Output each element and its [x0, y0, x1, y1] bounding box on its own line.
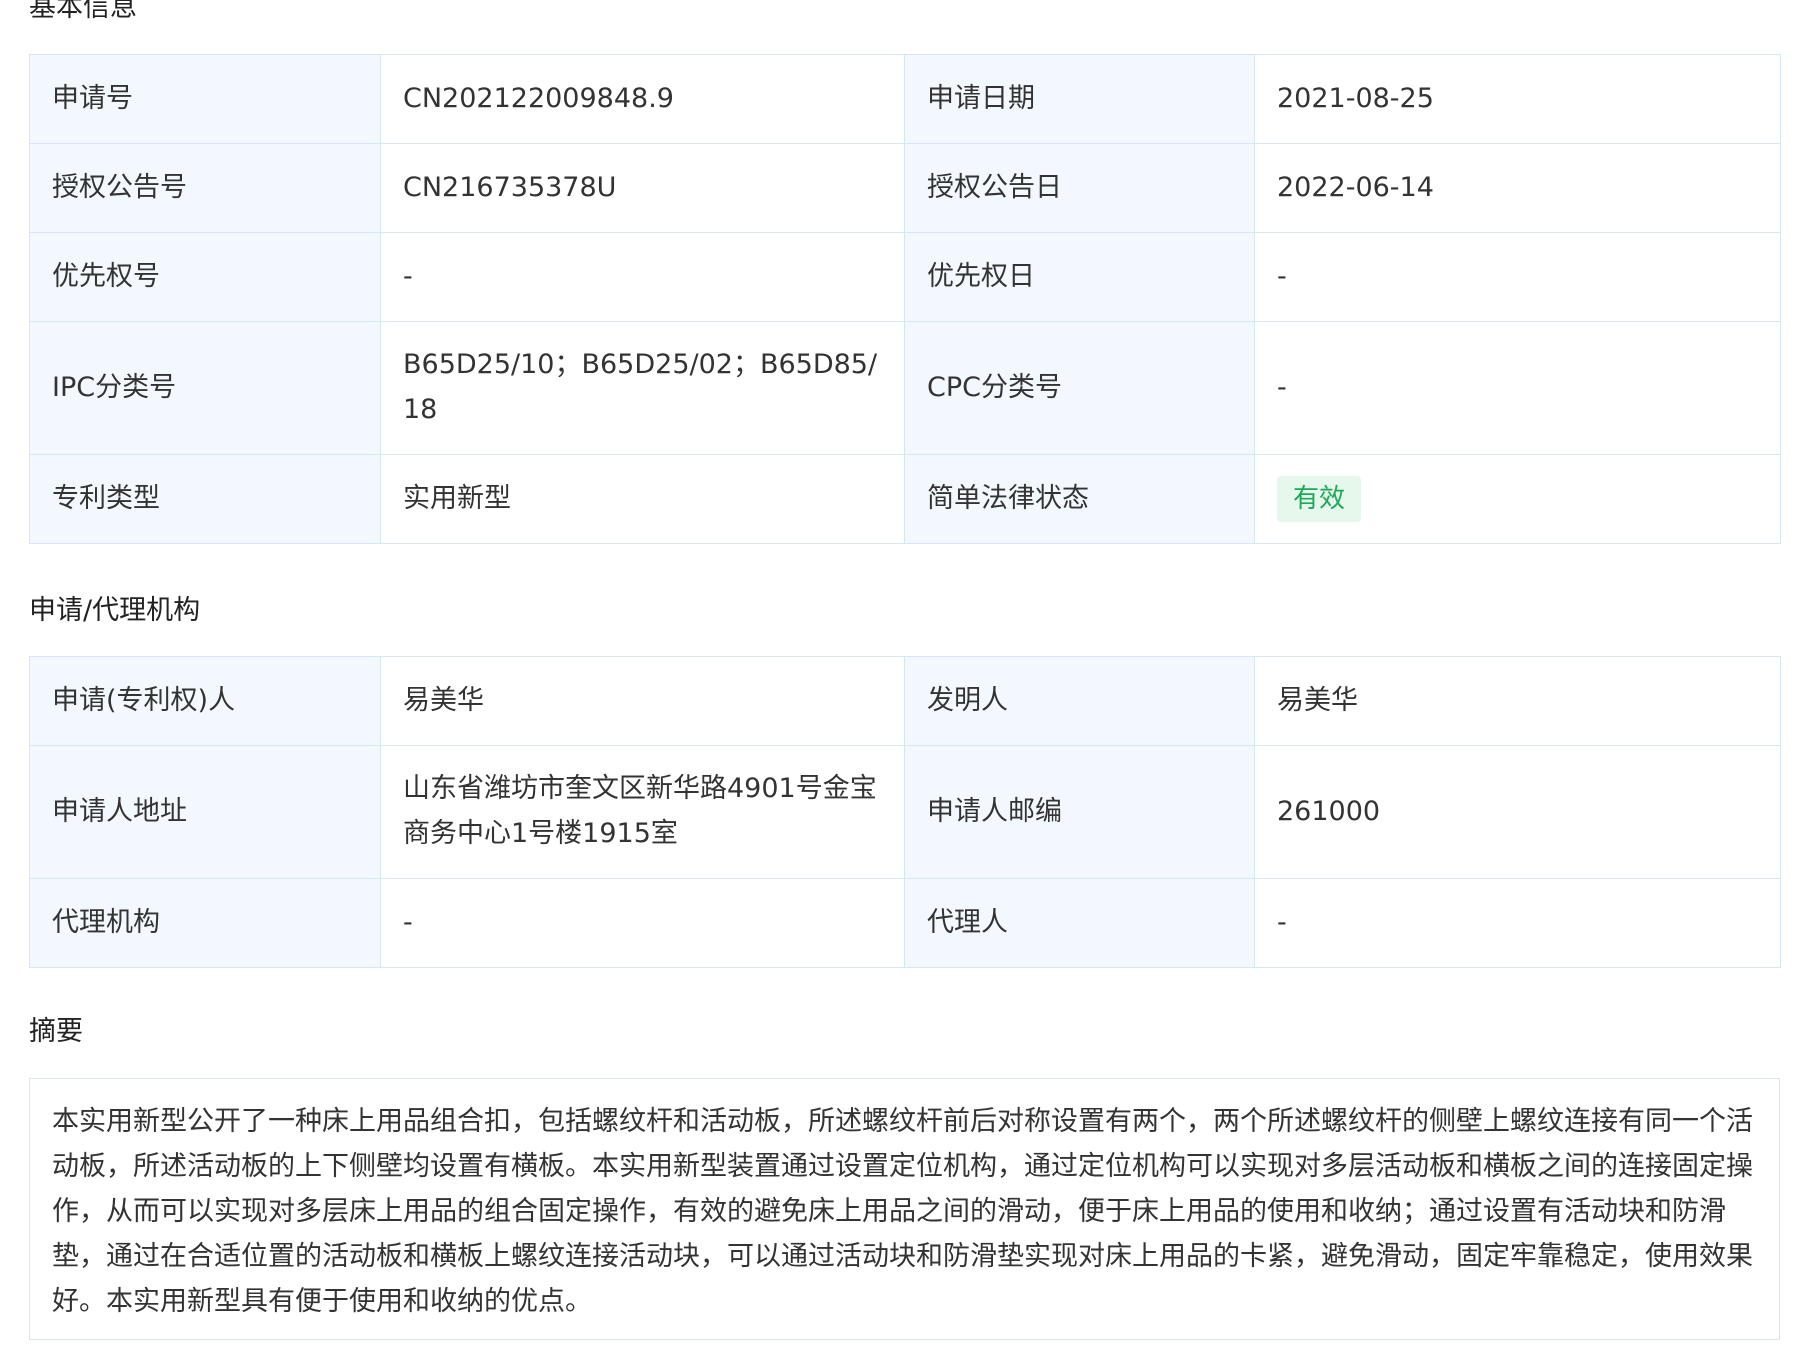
table-row: 申请(专利权)人 易美华 发明人 易美华 — [29, 656, 1781, 746]
applicant-table: 申请(专利权)人 易美华 发明人 易美华 申请人地址 山东省潍坊市奎文区新华路4… — [29, 656, 1781, 968]
postcode-label: 申请人邮编 — [904, 745, 1255, 879]
table-row: 申请号 CN202122009848.9 申请日期 2021-08-25 — [29, 54, 1781, 144]
table-row: 代理机构 - 代理人 - — [29, 878, 1781, 968]
section-title-abstract: 摘要 — [29, 1016, 83, 1047]
patent-type-value: 实用新型 — [380, 454, 905, 544]
patentee-value: 易美华 — [380, 656, 905, 746]
application-date-label: 申请日期 — [904, 54, 1255, 144]
grant-pub-no-label: 授权公告号 — [29, 143, 381, 233]
priority-no-value: - — [380, 232, 905, 322]
priority-date-value: - — [1254, 232, 1781, 322]
ipc-value: B65D25/10；B65D25/02；B65D85/18 — [380, 321, 905, 455]
section-title-applicant: 申请/代理机构 — [29, 595, 201, 626]
agency-value: - — [380, 878, 905, 968]
abstract-text: 本实用新型公开了一种床上用品组合扣，包括螺纹杆和活动板，所述螺纹杆前后对称设置有… — [29, 1078, 1780, 1340]
legal-status-label: 简单法律状态 — [904, 454, 1255, 544]
postcode-value: 261000 — [1254, 745, 1781, 879]
table-row: 专利类型 实用新型 简单法律状态 有效 — [29, 454, 1781, 544]
table-row: 授权公告号 CN216735378U 授权公告日 2022-06-14 — [29, 143, 1781, 233]
priority-date-label: 优先权日 — [904, 232, 1255, 322]
cpc-value: - — [1254, 321, 1781, 455]
application-no-label: 申请号 — [29, 54, 381, 144]
agent-value: - — [1254, 878, 1781, 968]
inventor-value: 易美华 — [1254, 656, 1781, 746]
ipc-label: IPC分类号 — [29, 321, 381, 455]
grant-pub-date-label: 授权公告日 — [904, 143, 1255, 233]
legal-status-badge: 有效 — [1277, 476, 1362, 522]
patent-type-label: 专利类型 — [29, 454, 381, 544]
application-date-value: 2021-08-25 — [1254, 54, 1781, 144]
table-row: 申请人地址 山东省潍坊市奎文区新华路4901号金宝商务中心1号楼1915室 申请… — [29, 745, 1781, 879]
section-title-basic-info: 基本信息 — [29, 0, 137, 23]
address-value: 山东省潍坊市奎文区新华路4901号金宝商务中心1号楼1915室 — [380, 745, 905, 879]
application-no-value: CN202122009848.9 — [380, 54, 905, 144]
priority-no-label: 优先权号 — [29, 232, 381, 322]
patentee-label: 申请(专利权)人 — [29, 656, 381, 746]
inventor-label: 发明人 — [904, 656, 1255, 746]
grant-pub-date-value: 2022-06-14 — [1254, 143, 1781, 233]
agency-label: 代理机构 — [29, 878, 381, 968]
legal-status-cell: 有效 — [1254, 454, 1781, 544]
address-label: 申请人地址 — [29, 745, 381, 879]
basic-info-table: 申请号 CN202122009848.9 申请日期 2021-08-25 授权公… — [29, 54, 1781, 544]
table-row: 优先权号 - 优先权日 - — [29, 232, 1781, 322]
grant-pub-no-value: CN216735378U — [380, 143, 905, 233]
cpc-label: CPC分类号 — [904, 321, 1255, 455]
agent-label: 代理人 — [904, 878, 1255, 968]
table-row: IPC分类号 B65D25/10；B65D25/02；B65D85/18 CPC… — [29, 321, 1781, 455]
